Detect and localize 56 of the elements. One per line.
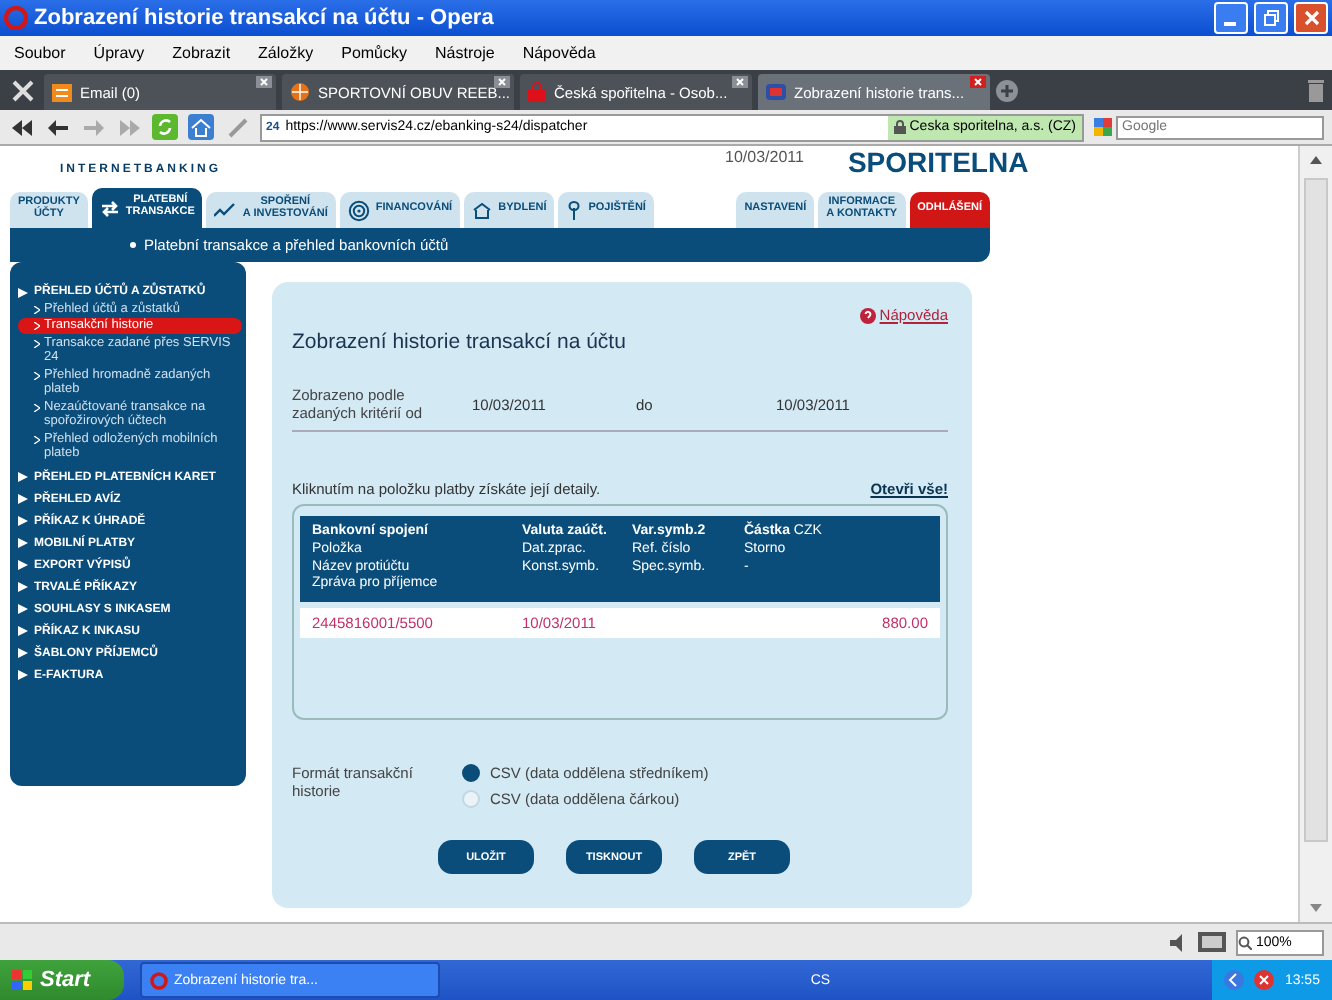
radio-button[interactable] [462, 764, 480, 782]
globe-icon [290, 82, 310, 102]
home-icon[interactable] [188, 114, 214, 140]
scroll-up-icon[interactable] [1310, 156, 1322, 164]
opera-icon [4, 6, 28, 30]
chevron-icon [34, 403, 40, 412]
speaker-icon[interactable] [1170, 933, 1188, 951]
menu-item[interactable]: Nástroje [435, 44, 495, 62]
page-title: Zobrazení historie transakcí na účtu [292, 330, 626, 354]
scroll-down-icon[interactable] [1310, 904, 1322, 912]
magnifier-icon [1238, 935, 1252, 949]
opera-icon [150, 971, 168, 989]
close-tab-icon[interactable] [256, 76, 272, 88]
restore-icon [1263, 10, 1279, 26]
rewind-icon[interactable] [11, 119, 31, 135]
security-alert-icon[interactable] [1254, 970, 1275, 990]
bank-logo-text: SPORITELNA [847, 146, 1029, 178]
image-icon[interactable] [1198, 932, 1226, 952]
reload-icon[interactable] [152, 114, 178, 140]
close-button[interactable] [1294, 2, 1328, 34]
scrollbar[interactable] [1298, 146, 1332, 922]
close-icon [1303, 10, 1319, 26]
pen-icon[interactable] [227, 117, 247, 137]
close-tab-icon[interactable] [970, 76, 986, 88]
window-title: Zobrazení historie transakcí na účtu - Opera [34, 6, 496, 30]
restore-button[interactable] [1254, 2, 1288, 34]
current-date: 10/03/2011 [725, 148, 804, 166]
add-tab-icon[interactable] [996, 79, 1018, 101]
menu-item[interactable]: Soubor [14, 44, 66, 62]
windows-flag-icon [12, 970, 32, 990]
spiral-icon [347, 199, 370, 221]
house-icon [472, 201, 493, 219]
chevron-icon [34, 371, 40, 380]
menu-item[interactable]: Pomůcky [341, 44, 408, 62]
menu-item[interactable]: Nápověda [522, 44, 596, 62]
search-engine-icon [1094, 118, 1112, 136]
close-tab-icon[interactable] [732, 76, 748, 88]
menu-item[interactable]: Záložky [258, 44, 314, 62]
lock-icon [528, 82, 546, 102]
chevron-icon [34, 435, 40, 444]
help-icon [859, 307, 876, 323]
close-tab-icon[interactable] [494, 76, 510, 88]
trash-icon[interactable] [1308, 79, 1324, 101]
bullet-icon [130, 242, 136, 248]
menu-item[interactable]: Úpravy [93, 44, 145, 62]
site-icon [766, 84, 786, 100]
start-button[interactable]: Start [0, 960, 124, 1000]
back-icon[interactable] [47, 119, 67, 135]
transfer-arrows-icon [99, 199, 120, 217]
lock-icon [893, 120, 906, 134]
line-chart-icon [214, 202, 237, 218]
triangle-icon [18, 287, 28, 297]
minimize-button[interactable] [1214, 2, 1248, 34]
tools-icon[interactable] [11, 79, 33, 101]
menu-item[interactable]: Zobrazit [172, 44, 231, 62]
mail-icon [52, 83, 72, 101]
